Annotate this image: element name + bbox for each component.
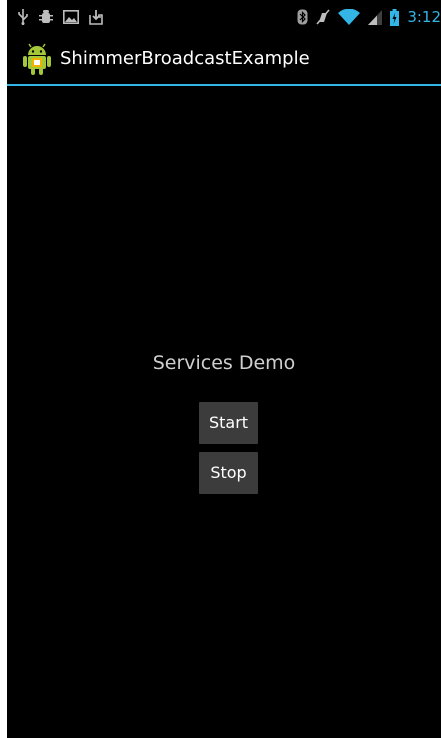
mute-icon: [316, 9, 330, 25]
android-app-icon[interactable]: [23, 43, 51, 75]
debug-icon: [39, 9, 53, 25]
main-content: Services Demo Start Stop: [7, 86, 441, 738]
action-bar: ShimmerBroadcastExample: [7, 34, 441, 86]
download-icon: [89, 9, 103, 25]
system-icons: 3:12: [297, 8, 441, 26]
bluetooth-icon: [297, 9, 308, 25]
status-time: 3:12: [407, 8, 441, 26]
battery-icon: [390, 8, 400, 26]
usb-icon: [17, 9, 29, 25]
status-bar: 3:12: [7, 0, 441, 34]
notification-icons: [17, 9, 103, 25]
services-demo-heading: Services Demo: [152, 352, 296, 374]
start-button[interactable]: Start: [199, 402, 258, 444]
stop-button[interactable]: Stop: [199, 452, 258, 494]
signal-icon: [368, 9, 383, 25]
app-title: ShimmerBroadcastExample: [60, 48, 310, 69]
wifi-icon: [338, 9, 361, 25]
image-icon: [63, 10, 79, 24]
app-screen: 3:12 ShimmerBroadcastExample Services De…: [7, 0, 441, 738]
